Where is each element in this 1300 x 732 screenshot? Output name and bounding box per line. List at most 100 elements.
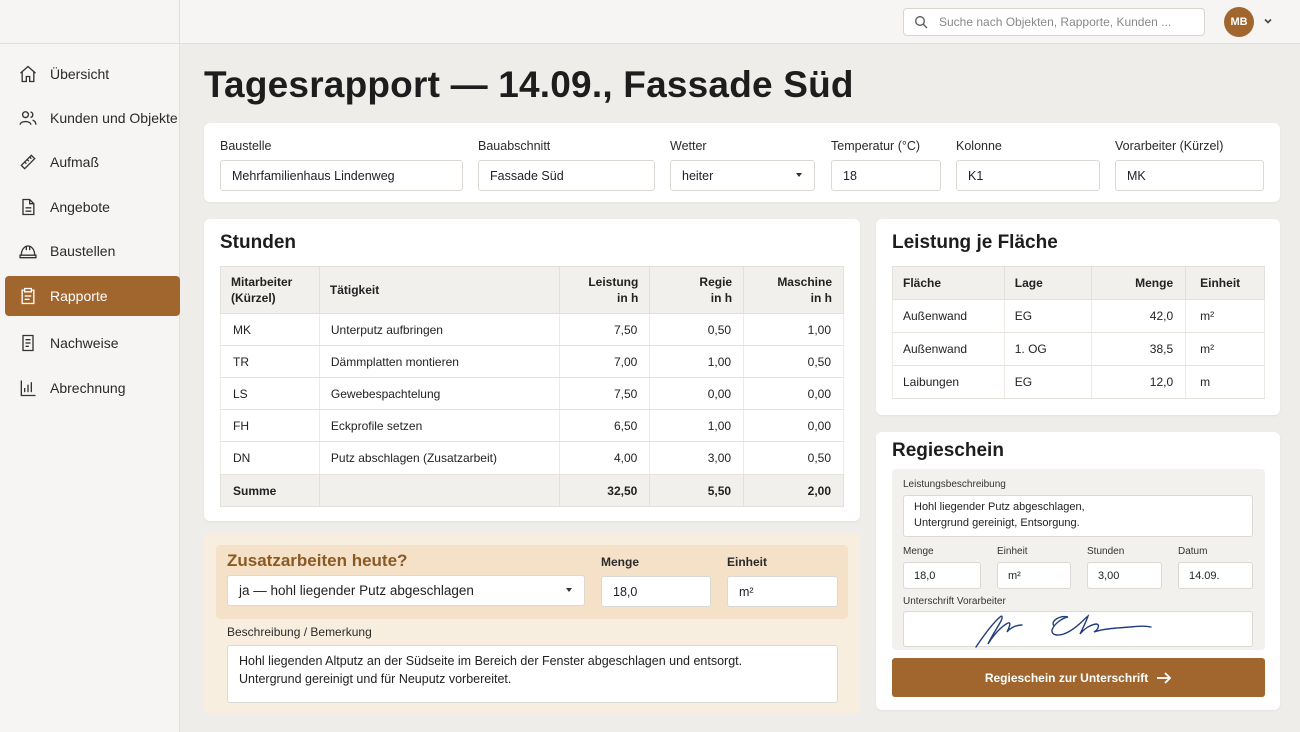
sum-row: Summe 32,50 5,50 2,00 xyxy=(220,474,844,507)
cell-maschine: 0,00 xyxy=(743,377,844,410)
cell-kuerzel: FH xyxy=(220,409,320,442)
cell-flaeche: Außenwand xyxy=(892,332,1005,366)
arrow-right-icon xyxy=(1157,671,1172,684)
table-row[interactable]: Außenwand EG 42,0 m² xyxy=(892,299,1265,333)
cell-taetigkeit: Dämmplatten montieren xyxy=(318,345,561,378)
zusatzarbeiten-select[interactable]: ja — hohl liegender Putz abgeschlagen xyxy=(227,575,585,606)
sidebar-item-nachweise[interactable]: Nachweise xyxy=(5,323,180,363)
sidebar-item-label: Nachweise xyxy=(50,335,119,351)
zusatzarbeiten-panel: Zusatzarbeiten heute? ja — hohl liegende… xyxy=(204,533,860,713)
ruler-icon xyxy=(17,151,39,173)
sidebar-item-label: Baustellen xyxy=(50,243,116,259)
beschreibung-label: Beschreibung / Bemerkung xyxy=(227,625,372,639)
sidebar-item-angebote[interactable]: Angebote xyxy=(5,187,180,227)
stunden-table: Mitarbeiter (Kürzel) Tätigkeit Leistung in… xyxy=(220,266,844,507)
zusatz-einheit-label: Einheit xyxy=(727,555,768,569)
sidebar-item-uebersicht[interactable]: Übersicht xyxy=(5,54,180,94)
temperatur-label: Temperatur (°C) xyxy=(831,139,921,153)
regie-datum-label: Datum xyxy=(1178,546,1208,557)
page-title: Tagesrapport — 14.09., Fassade Süd xyxy=(204,64,854,105)
search-box[interactable] xyxy=(903,8,1205,36)
beschreibung-line: Untergrund gereinigt und für Neuputz vor… xyxy=(239,672,512,686)
regie-einheit-field[interactable]: m² xyxy=(997,562,1071,589)
cell-leistung: 6,50 xyxy=(559,409,651,442)
wetter-label: Wetter xyxy=(670,139,707,153)
regie-stunden-field[interactable]: 3,00 xyxy=(1087,562,1162,589)
cell-lage: 1. OG xyxy=(1003,332,1093,366)
sidebar-item-label: Abrechnung xyxy=(50,380,126,396)
col-header-lage: Lage xyxy=(1003,266,1093,300)
signature-field[interactable] xyxy=(903,611,1253,648)
cell-maschine: 1,00 xyxy=(743,313,844,346)
zusatz-menge-label: Menge xyxy=(601,555,640,569)
cell-kuerzel: MK xyxy=(220,313,320,346)
search-input[interactable] xyxy=(939,15,1199,29)
table-row[interactable]: Laibungen EG 12,0 m xyxy=(892,365,1265,399)
regie-datum-field[interactable]: 14.09. xyxy=(1178,562,1253,589)
list-document-icon xyxy=(17,332,39,354)
sidebar-item-aufmass[interactable]: Aufmaß xyxy=(5,142,180,182)
leistungsbeschreibung-field[interactable]: Hohl liegender Putz abgeschlagen, Unterg… xyxy=(903,495,1253,537)
chevron-down-icon[interactable] xyxy=(1262,15,1274,27)
regie-menge-field[interactable]: 18,0 xyxy=(903,562,981,589)
col-header-taetigkeit: Tätigkeit xyxy=(318,266,561,314)
unterschrift-label: Unterschrift Vorarbeiter xyxy=(903,596,1006,607)
clipboard-icon xyxy=(17,285,39,307)
bauabschnitt-field[interactable]: Fassade Süd xyxy=(478,160,655,191)
kolonne-field[interactable]: K1 xyxy=(956,160,1100,191)
regieschein-form: Leistungsbeschreibung Hohl liegender Put… xyxy=(892,469,1265,650)
col-header-einheit: Einheit xyxy=(1185,266,1265,300)
sidebar-item-rapporte[interactable]: Rapporte xyxy=(5,276,180,316)
cell-maschine: 0,00 xyxy=(743,409,844,442)
beschreibung-textarea[interactable]: Hohl liegenden Altputz an der Südseite i… xyxy=(227,645,838,703)
cell-lage: EG xyxy=(1003,365,1093,399)
signature-image xyxy=(975,614,1152,648)
cell-regie: 1,00 xyxy=(649,409,745,442)
sidebar-item-kunden[interactable]: Kunden und Objekte xyxy=(5,98,180,138)
cell-leistung: 7,00 xyxy=(559,345,651,378)
regie-stunden-label: Stunden xyxy=(1087,546,1125,557)
regieschein-submit-button[interactable]: Regieschein zur Unterschrift xyxy=(892,658,1265,697)
kolonne-label: Kolonne xyxy=(956,139,1002,153)
col-header-leistung: Leistung in h xyxy=(559,266,651,314)
cell-regie: 1,00 xyxy=(649,345,745,378)
vorarbeiter-field[interactable]: MK xyxy=(1115,160,1264,191)
sum-empty xyxy=(318,474,561,507)
cell-regie: 0,00 xyxy=(649,377,745,410)
table-row[interactable]: MK Unterputz aufbringen 7,50 0,50 1,00 xyxy=(220,313,844,346)
cell-taetigkeit: Unterputz aufbringen xyxy=(318,313,561,346)
baustelle-field[interactable]: Mehrfamilienhaus Lindenweg xyxy=(220,160,463,191)
bar-chart-icon xyxy=(17,377,39,399)
leistungsbeschreibung-label: Leistungsbeschreibung xyxy=(903,479,1006,490)
table-row[interactable]: FH Eckprofile setzen 6,50 1,00 0,00 xyxy=(220,409,844,442)
table-row[interactable]: TR Dämmplatten montieren 7,00 1,00 0,50 xyxy=(220,345,844,378)
cell-einheit: m² xyxy=(1185,299,1265,333)
zusatz-einheit-field[interactable]: m² xyxy=(727,576,838,607)
flaeche-table: Fläche Lage Menge Einheit Außenwand EG 4… xyxy=(892,266,1265,399)
table-row[interactable]: DN Putz abschlagen (Zusatzarbeit) 4,00 3… xyxy=(220,441,844,475)
avatar[interactable]: MB xyxy=(1224,7,1254,37)
sidebar: Übersicht Kunden und Objekte Aufmaß Ange… xyxy=(0,0,180,732)
cell-kuerzel: LS xyxy=(220,377,320,410)
stunden-card: Stunden Mitarbeiter (Kürzel) Tätigkeit Le… xyxy=(204,219,860,521)
users-icon xyxy=(17,107,39,129)
home-icon xyxy=(17,63,39,85)
sum-label: Summe xyxy=(220,474,320,507)
cell-menge: 38,5 xyxy=(1091,332,1187,366)
table-row[interactable]: LS Gewebespachtelung 7,50 0,00 0,00 xyxy=(220,377,844,410)
table-row[interactable]: Außenwand 1. OG 38,5 m² xyxy=(892,332,1265,366)
wetter-select[interactable]: heiter xyxy=(670,160,815,191)
temperatur-field[interactable]: 18 xyxy=(831,160,941,191)
top-bar: MB xyxy=(180,0,1300,44)
cell-regie: 3,00 xyxy=(649,441,745,475)
zusatzarbeiten-title: Zusatzarbeiten heute? xyxy=(227,551,408,570)
cell-kuerzel: DN xyxy=(220,441,320,475)
cell-lage: EG xyxy=(1003,299,1093,333)
cell-taetigkeit: Gewebespachtelung xyxy=(318,377,561,410)
document-icon xyxy=(17,196,39,218)
sidebar-header xyxy=(0,0,179,44)
stunden-title: Stunden xyxy=(220,232,296,253)
sidebar-item-abrechnung[interactable]: Abrechnung xyxy=(5,368,180,408)
sidebar-item-baustellen[interactable]: Baustellen xyxy=(5,231,180,271)
zusatz-menge-field[interactable]: 18,0 xyxy=(601,576,711,607)
